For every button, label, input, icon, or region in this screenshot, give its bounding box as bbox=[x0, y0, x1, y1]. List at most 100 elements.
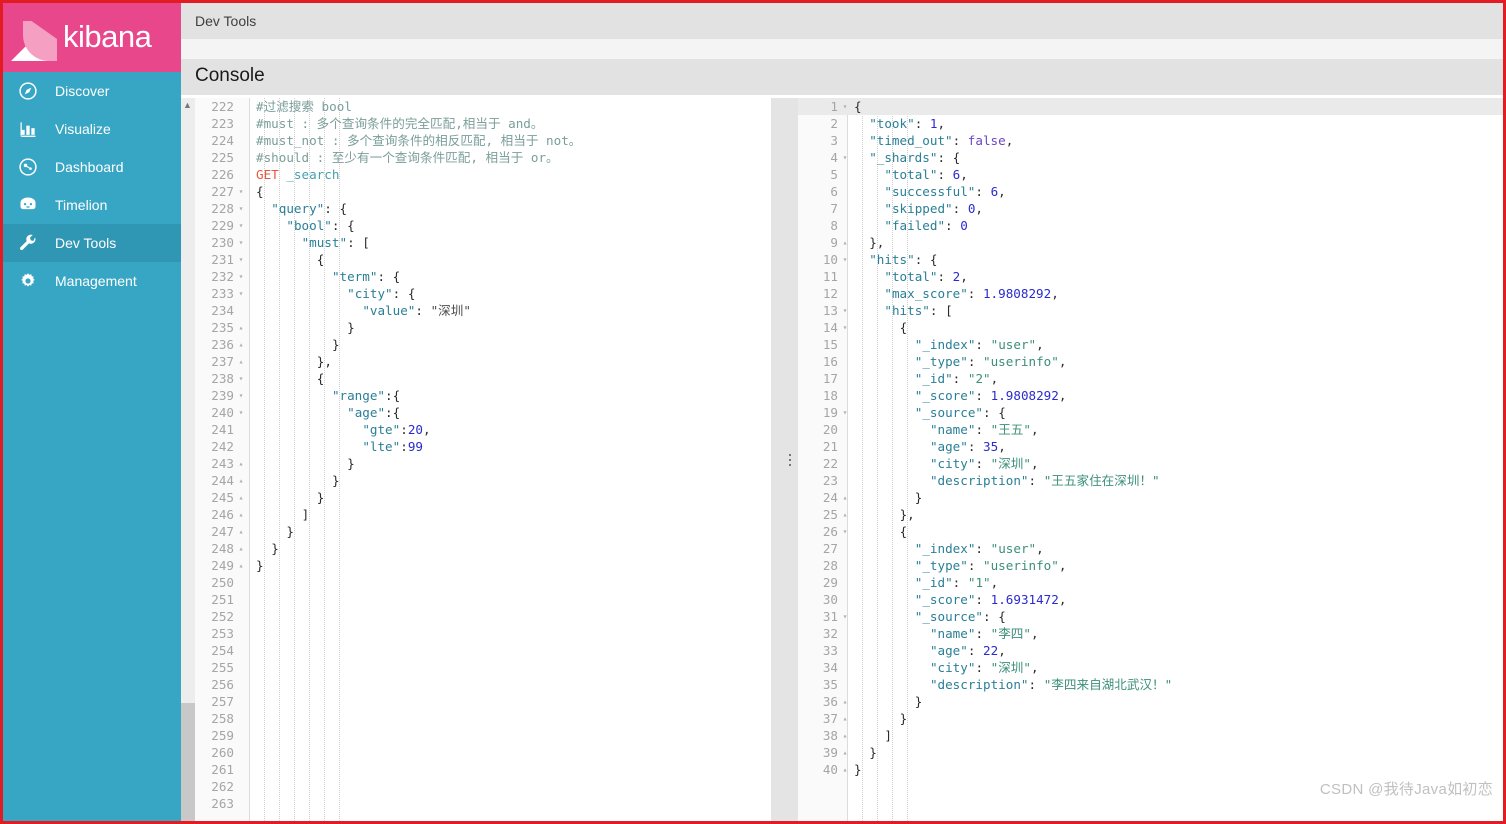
code-line[interactable]: 14 ▾ { bbox=[798, 319, 1503, 336]
code-line[interactable]: 33 "age": 22, bbox=[798, 642, 1503, 659]
code-line[interactable]: 244 ▴ } bbox=[194, 472, 771, 489]
code-line[interactable]: 35 "description": "李四来自湖北武汉！" bbox=[798, 676, 1503, 693]
sidebar-item-discover[interactable]: Discover bbox=[3, 72, 181, 110]
code-line[interactable]: 247 ▴ } bbox=[194, 523, 771, 540]
code-line[interactable]: 5 "total": 6, bbox=[798, 166, 1503, 183]
fold-toggle-icon[interactable]: ▾ bbox=[235, 285, 247, 302]
fold-toggle-icon[interactable]: ▴ bbox=[235, 353, 247, 370]
code-line[interactable]: 3 "timed_out": false, bbox=[798, 132, 1503, 149]
code-line[interactable]: 258 bbox=[194, 710, 771, 727]
code-line[interactable]: 246 ▴ ] bbox=[194, 506, 771, 523]
fold-toggle-icon[interactable]: ▾ bbox=[839, 523, 851, 540]
code-line[interactable]: 239 ▾ "range":{ bbox=[194, 387, 771, 404]
fold-toggle-icon[interactable]: ▴ bbox=[839, 234, 851, 251]
code-line[interactable]: 2 "took": 1, bbox=[798, 115, 1503, 132]
fold-toggle-icon[interactable]: ▾ bbox=[235, 268, 247, 285]
fold-toggle-icon[interactable]: ▴ bbox=[839, 506, 851, 523]
code-line[interactable]: 8 "failed": 0 bbox=[798, 217, 1503, 234]
sidebar-item-dashboard[interactable]: Dashboard bbox=[3, 148, 181, 186]
code-line[interactable]: 226 GET _search bbox=[194, 166, 771, 183]
code-line[interactable]: 243 ▴ } bbox=[194, 455, 771, 472]
code-line[interactable]: 25 ▴ }, bbox=[798, 506, 1503, 523]
sidebar-item-dev-tools[interactable]: Dev Tools bbox=[3, 224, 181, 262]
code-line[interactable]: 242 "lte":99 bbox=[194, 438, 771, 455]
fold-toggle-icon[interactable]: ▴ bbox=[235, 455, 247, 472]
sidebar-item-timelion[interactable]: Timelion bbox=[3, 186, 181, 224]
fold-toggle-icon[interactable]: ▾ bbox=[839, 149, 851, 166]
code-line[interactable]: 16 "_type": "userinfo", bbox=[798, 353, 1503, 370]
fold-toggle-icon[interactable]: ▴ bbox=[235, 319, 247, 336]
code-line[interactable]: 237 ▴ }, bbox=[194, 353, 771, 370]
fold-toggle-icon[interactable]: ▴ bbox=[235, 336, 247, 353]
code-line[interactable]: 18 "_score": 1.9808292, bbox=[798, 387, 1503, 404]
code-line[interactable]: 9 ▴ }, bbox=[798, 234, 1503, 251]
code-line[interactable]: 27 "_index": "user", bbox=[798, 540, 1503, 557]
code-line[interactable]: 253 bbox=[194, 625, 771, 642]
kibana-logo[interactable]: kibana bbox=[3, 3, 181, 72]
fold-toggle-icon[interactable]: ▾ bbox=[839, 302, 851, 319]
fold-toggle-icon[interactable]: ▾ bbox=[839, 608, 851, 625]
fold-toggle-icon[interactable]: ▾ bbox=[235, 183, 247, 200]
sidebar-item-management[interactable]: Management bbox=[3, 262, 181, 300]
response-editor[interactable]: 1 ▾{2 "took": 1, 3 "timed_out": false, 4 ▾ "… bbox=[798, 98, 1503, 821]
code-line[interactable]: 15 "_index": "user", bbox=[798, 336, 1503, 353]
fold-toggle-icon[interactable]: ▴ bbox=[235, 472, 247, 489]
code-line[interactable]: 30 "_score": 1.6931472, bbox=[798, 591, 1503, 608]
code-line[interactable]: 38 ▴ ] bbox=[798, 727, 1503, 744]
code-line[interactable]: 227 ▾ { bbox=[194, 183, 771, 200]
sidebar-item-visualize[interactable]: Visualize bbox=[3, 110, 181, 148]
code-line[interactable]: 260 bbox=[194, 744, 771, 761]
code-line[interactable]: 225 #should : 至少有一个查询条件匹配, 相当于 or。 bbox=[194, 149, 771, 166]
fold-toggle-icon[interactable]: ▾ bbox=[839, 404, 851, 421]
code-line[interactable]: 223 #must : 多个查询条件的完全匹配,相当于 and。 bbox=[194, 115, 771, 132]
code-line[interactable]: 224 #must_not : 多个查询条件的相反匹配, 相当于 not。 bbox=[194, 132, 771, 149]
response-code-lines[interactable]: 1 ▾{2 "took": 1, 3 "timed_out": false, 4 ▾ "… bbox=[798, 98, 1503, 778]
fold-toggle-icon[interactable]: ▾ bbox=[235, 251, 247, 268]
code-line[interactable]: 234 "value": "深圳" bbox=[194, 302, 771, 319]
code-line[interactable]: 250 bbox=[194, 574, 771, 591]
fold-toggle-icon[interactable]: ▴ bbox=[235, 557, 247, 574]
fold-toggle-icon[interactable]: ▴ bbox=[235, 489, 247, 506]
code-line[interactable]: 248 ▴ } bbox=[194, 540, 771, 557]
code-line[interactable]: 26 ▾ { bbox=[798, 523, 1503, 540]
code-line[interactable]: 261 bbox=[194, 761, 771, 778]
fold-toggle-icon[interactable]: ▾ bbox=[839, 98, 851, 115]
code-line[interactable]: 241 "gte":20, bbox=[194, 421, 771, 438]
code-line[interactable]: 32 "name": "李四", bbox=[798, 625, 1503, 642]
code-line[interactable]: 229 ▾ "bool": { bbox=[194, 217, 771, 234]
fold-toggle-icon[interactable]: ▾ bbox=[235, 404, 247, 421]
code-line[interactable]: 252 bbox=[194, 608, 771, 625]
code-line[interactable]: 236 ▴ } bbox=[194, 336, 771, 353]
pane-splitter[interactable] bbox=[781, 98, 798, 821]
code-line[interactable]: 19 ▾ "_source": { bbox=[798, 404, 1503, 421]
code-line[interactable]: 34 "city": "深圳", bbox=[798, 659, 1503, 676]
code-line[interactable]: 228 ▾ "query": { bbox=[194, 200, 771, 217]
code-line[interactable]: 22 "city": "深圳", bbox=[798, 455, 1503, 472]
code-line[interactable]: 4 ▾ "_shards": { bbox=[798, 149, 1503, 166]
fold-toggle-icon[interactable]: ▴ bbox=[839, 744, 851, 761]
code-line[interactable]: 36 ▴ } bbox=[798, 693, 1503, 710]
request-scroll-thumb[interactable] bbox=[181, 703, 195, 821]
code-line[interactable]: 17 "_id": "2", bbox=[798, 370, 1503, 387]
code-line[interactable]: 13 ▾ "hits": [ bbox=[798, 302, 1503, 319]
code-line[interactable]: 31 ▾ "_source": { bbox=[798, 608, 1503, 625]
code-line[interactable]: 222 #过滤搜索 bool bbox=[194, 98, 771, 115]
fold-toggle-icon[interactable]: ▴ bbox=[235, 540, 247, 557]
code-line[interactable]: 233 ▾ "city": { bbox=[194, 285, 771, 302]
fold-toggle-icon[interactable]: ▾ bbox=[839, 251, 851, 268]
tab-console[interactable]: Console bbox=[195, 65, 265, 92]
code-line[interactable]: 7 "skipped": 0, bbox=[798, 200, 1503, 217]
fold-toggle-icon[interactable]: ▾ bbox=[235, 387, 247, 404]
fold-toggle-icon[interactable]: ▴ bbox=[839, 710, 851, 727]
request-scrollbar[interactable]: ▲ bbox=[181, 98, 195, 821]
code-line[interactable]: 262 bbox=[194, 778, 771, 795]
code-line[interactable]: 256 bbox=[194, 676, 771, 693]
code-line[interactable]: 6 "successful": 6, bbox=[798, 183, 1503, 200]
fold-toggle-icon[interactable]: ▴ bbox=[839, 693, 851, 710]
code-line[interactable]: 263 bbox=[194, 795, 771, 812]
code-line[interactable]: 12 "max_score": 1.9808292, bbox=[798, 285, 1503, 302]
code-line[interactable]: 11 "total": 2, bbox=[798, 268, 1503, 285]
code-line[interactable]: 251 bbox=[194, 591, 771, 608]
fold-toggle-icon[interactable]: ▾ bbox=[235, 370, 247, 387]
code-line[interactable]: 24 ▴ } bbox=[798, 489, 1503, 506]
